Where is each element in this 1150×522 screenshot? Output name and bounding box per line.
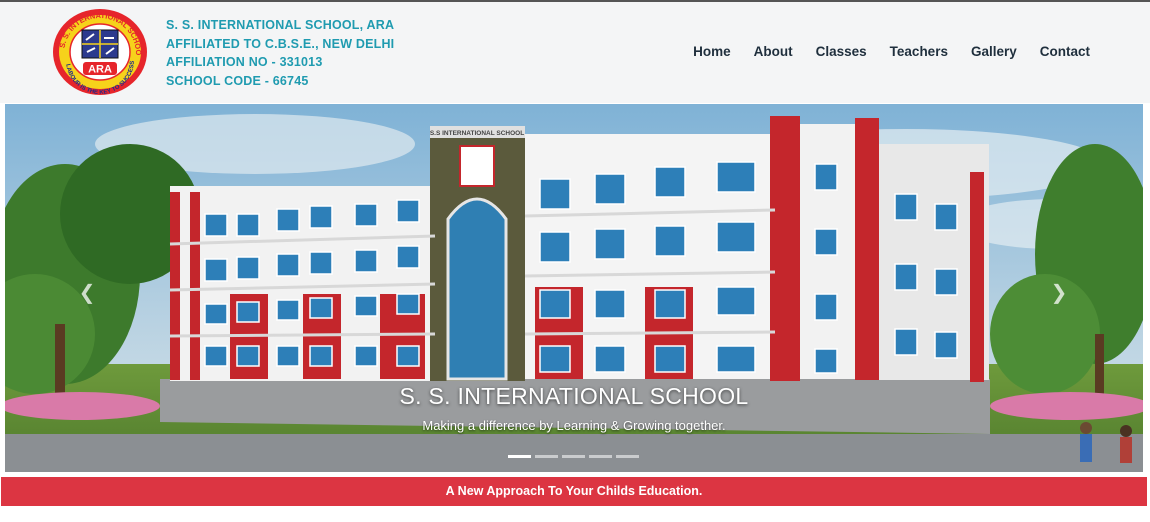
school-info: S. S. INTERNATIONAL SCHOOL, ARA AFFILIAT… [166, 16, 394, 90]
tagline-banner: A New Approach To Your Childs Education. [1, 477, 1147, 506]
chevron-left-icon[interactable]: ❮ [75, 280, 99, 304]
carousel-indicators [508, 455, 639, 458]
school-logo[interactable]: S. S. INTERNATIONAL SCHOOL LABOUR IS THE… [52, 8, 148, 96]
nav-classes[interactable]: Classes [816, 44, 867, 59]
school-code: SCHOOL CODE - 66745 [166, 73, 309, 88]
nav-gallery[interactable]: Gallery [971, 44, 1017, 59]
carousel-indicator-4[interactable] [589, 455, 612, 458]
nav-contact[interactable]: Contact [1040, 44, 1090, 59]
svg-text:ARA: ARA [88, 64, 112, 76]
nav-home[interactable]: Home [693, 44, 731, 59]
hero-caption-subtitle: Making a difference by Learning & Growin… [422, 418, 726, 433]
hero-carousel[interactable]: S.S INTERNATIONAL SCHOOL ❮ ❯ S. S. INTER… [5, 104, 1143, 472]
hero-caption-title: S. S. INTERNATIONAL SCHOOL [399, 383, 749, 409]
svg-text:S.S INTERNATIONAL SCHOOL: S.S INTERNATIONAL SCHOOL [430, 130, 524, 137]
hero-slide-image: S.S INTERNATIONAL SCHOOL [5, 104, 1143, 472]
main-nav: Home About Classes Teachers Gallery Cont… [670, 44, 1090, 59]
chevron-right-icon[interactable]: ❯ [1047, 280, 1071, 304]
site-header: S. S. INTERNATIONAL SCHOOL LABOUR IS THE… [0, 0, 1150, 103]
school-name: S. S. INTERNATIONAL SCHOOL, ARA [166, 18, 395, 32]
carousel-indicator-5[interactable] [616, 455, 639, 458]
carousel-indicator-2[interactable] [535, 455, 558, 458]
carousel-indicator-1[interactable] [508, 455, 531, 458]
nav-about[interactable]: About [754, 44, 793, 59]
nav-teachers[interactable]: Teachers [890, 44, 948, 59]
school-affiliation-no: AFFILIATION NO - 331013 [166, 55, 323, 69]
school-affiliation: AFFILIATED TO C.B.S.E., NEW DELHI [166, 36, 395, 51]
carousel-indicator-3[interactable] [562, 455, 585, 458]
